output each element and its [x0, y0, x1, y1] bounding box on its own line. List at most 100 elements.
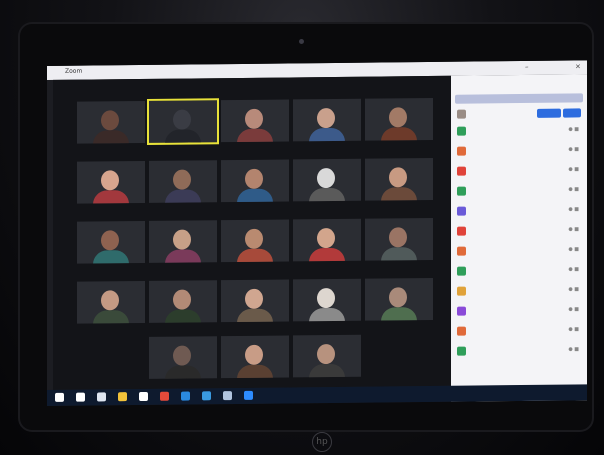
mic-video-icon: ● ■	[568, 226, 579, 233]
participant-list-item[interactable]: ● ■	[455, 204, 583, 216]
participant-body	[165, 249, 201, 263]
search-icon[interactable]	[76, 392, 85, 402]
participant-tile[interactable]	[221, 335, 289, 379]
mic-video-icon: ● ■	[568, 206, 579, 213]
participant-body	[309, 187, 345, 202]
zoom-icon[interactable]	[244, 390, 253, 400]
participant-tile[interactable]	[293, 158, 361, 202]
participant-tile[interactable]	[77, 160, 145, 204]
participant-body	[381, 127, 417, 141]
avatar	[457, 286, 466, 296]
participant-face	[245, 168, 263, 189]
participant-list-item[interactable]: ● ■	[455, 244, 583, 256]
participant-tile[interactable]	[293, 278, 361, 322]
participant-list-item[interactable]: ● ■	[455, 324, 583, 336]
mic-video-icon: ● ■	[568, 326, 579, 333]
participant-face	[173, 169, 191, 190]
participant-body	[237, 248, 273, 263]
participant-tile[interactable]	[147, 98, 219, 145]
mic-video-icon: ● ■	[568, 266, 579, 273]
participant-tile[interactable]	[77, 100, 145, 144]
participant-body	[237, 364, 273, 379]
participant-tile[interactable]	[149, 220, 217, 263]
participant-list-item[interactable]: ● ■	[455, 344, 583, 356]
avatar	[457, 166, 466, 176]
participant-face	[101, 110, 119, 131]
participant-body	[93, 310, 129, 324]
avatar	[457, 346, 466, 356]
participant-list-item[interactable]: ● ■	[455, 124, 583, 136]
participant-face	[317, 343, 335, 365]
participant-body	[93, 130, 129, 144]
participant-tile[interactable]	[149, 280, 217, 323]
participant-body	[237, 188, 273, 203]
participant-body	[381, 307, 417, 321]
windows-start-icon[interactable]	[55, 392, 64, 402]
participant-tile[interactable]	[221, 279, 289, 323]
participant-list-item[interactable]: ● ■	[455, 264, 583, 276]
participant-tile[interactable]	[77, 280, 145, 324]
participant-tile[interactable]	[365, 157, 433, 201]
avatar	[457, 126, 466, 136]
participant-tile[interactable]	[149, 160, 217, 203]
participant-tile[interactable]	[221, 99, 289, 143]
participant-list-item[interactable]: ● ■	[455, 224, 583, 236]
participant-list-item[interactable]: ● ■	[455, 164, 583, 176]
participant-tile[interactable]	[365, 277, 433, 321]
file-explorer-icon[interactable]	[118, 392, 127, 402]
participant-tile[interactable]	[221, 219, 289, 263]
participant-tile[interactable]	[365, 97, 433, 141]
avatar	[457, 146, 466, 156]
participant-body	[165, 309, 201, 323]
photos-icon[interactable]	[223, 391, 232, 401]
avatar	[457, 206, 466, 216]
avatar	[457, 326, 466, 336]
mic-video-icon: ● ■	[568, 166, 579, 173]
edge-icon[interactable]	[181, 391, 190, 401]
participants-panel: ● ■ ● ■ ● ■ ● ■ ● ■ ● ■ ● ■ ● ■ ● ■ ● ■ ● ■ ● ■	[451, 74, 587, 402]
participant-face	[101, 170, 119, 191]
mail-icon[interactable]	[202, 391, 211, 401]
participant-body	[165, 365, 201, 379]
participant-list-item[interactable]: ● ■	[455, 144, 583, 156]
minimize-icon[interactable]: –	[525, 63, 529, 71]
participant-face	[317, 167, 335, 189]
webcam	[299, 39, 304, 44]
participant-body	[93, 250, 129, 264]
participant-tile[interactable]	[293, 98, 361, 142]
participant-face	[173, 345, 191, 366]
participant-list-item[interactable]: ● ■	[455, 184, 583, 196]
participant-face	[101, 230, 119, 251]
task-view-icon[interactable]	[97, 392, 106, 402]
avatar	[457, 246, 466, 256]
mic-video-icon: ● ■	[568, 306, 579, 313]
participant-face	[389, 227, 407, 248]
participant-tile[interactable]	[77, 220, 145, 264]
mic-video-icon: ● ■	[568, 126, 579, 133]
close-icon[interactable]: ×	[575, 62, 581, 70]
participant-face	[245, 288, 263, 309]
store-icon[interactable]	[139, 391, 148, 402]
more-button[interactable]	[563, 108, 581, 118]
mic-video-icon: ● ■	[568, 346, 579, 353]
avatar	[457, 226, 466, 236]
mic-video-icon: ● ■	[568, 286, 579, 293]
hp-logo-icon: hp	[312, 432, 332, 452]
participant-face	[317, 227, 335, 249]
participant-tile[interactable]	[221, 159, 289, 203]
mute-button[interactable]	[537, 108, 561, 118]
participant-search-input[interactable]	[455, 93, 583, 104]
participant-tile[interactable]	[149, 336, 217, 379]
participant-tile[interactable]	[293, 334, 361, 378]
participant-tile[interactable]	[365, 217, 433, 261]
participant-tile[interactable]	[293, 218, 361, 262]
host-row	[455, 107, 583, 120]
participant-list-item[interactable]: ● ■	[455, 284, 583, 296]
participant-list-item[interactable]: ● ■	[455, 304, 583, 316]
participant-face	[173, 109, 191, 130]
participant-body	[309, 307, 345, 322]
chrome-icon[interactable]	[160, 391, 169, 401]
mic-video-icon: ● ■	[568, 246, 579, 253]
avatar	[457, 109, 466, 119]
participant-body	[381, 247, 417, 261]
